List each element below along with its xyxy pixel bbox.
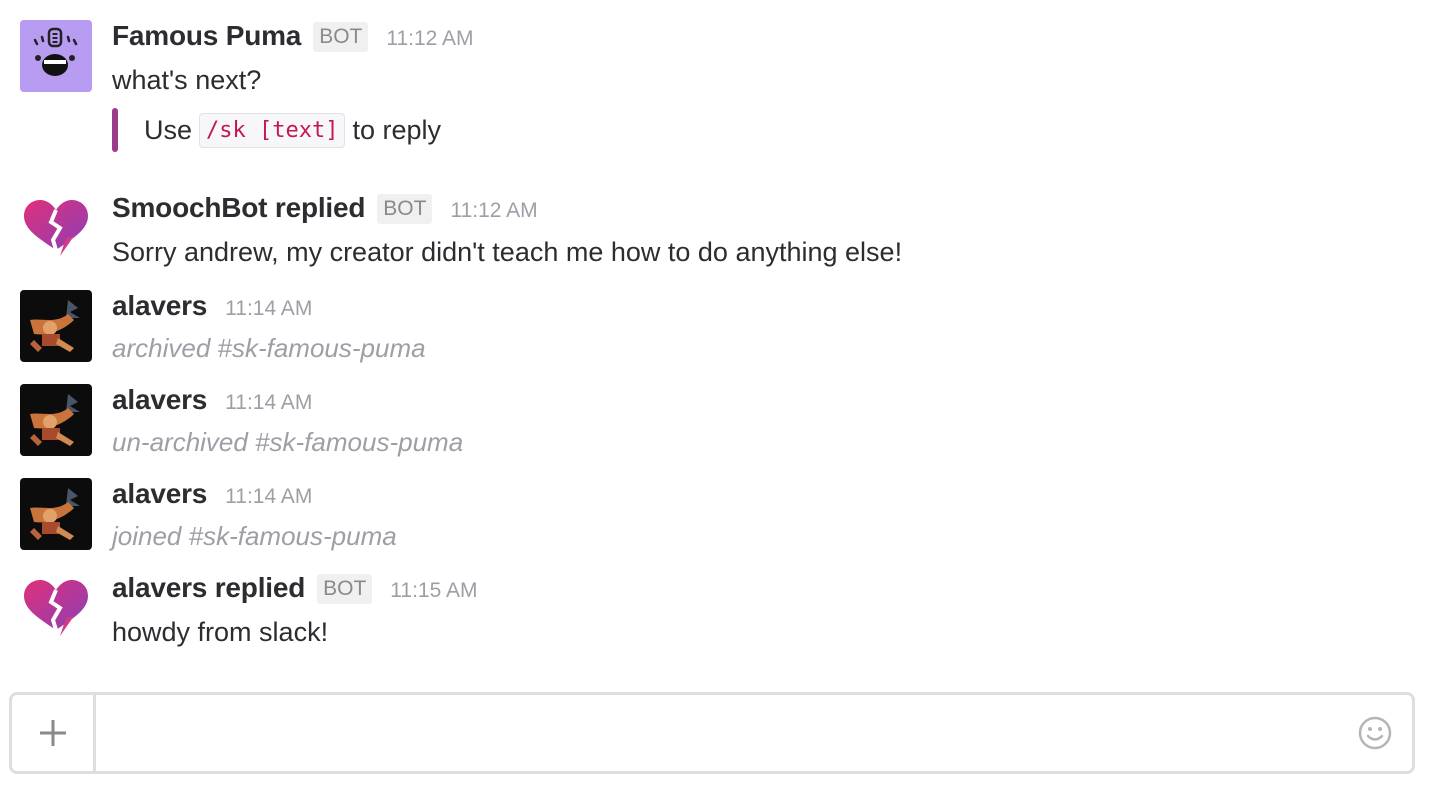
smooch-heart-avatar[interactable] [20,572,92,644]
bot-badge: BOT [317,574,373,604]
message-composer [9,692,1415,774]
message-attachment: Use /sk [text] to reply [112,106,1392,154]
puma-bot-avatar[interactable] [20,20,92,92]
message-text: howdy from slack! [112,617,329,647]
attachment-suffix: to reply [352,114,442,145]
attachment-prefix: Use [144,114,193,145]
smiley-icon [1358,716,1392,750]
message-timestamp[interactable]: 11:15 AM [390,579,477,603]
inline-code: /sk [text] [199,112,346,148]
message-timestamp[interactable]: 11:12 AM [450,199,537,223]
attachment-bar [112,108,118,152]
author-name[interactable]: SmoochBot replied [112,192,365,224]
alavers-photo-avatar[interactable] [20,290,92,362]
add-attachment-button[interactable] [12,695,96,771]
system-message-text: un-archived #sk-famous-puma [112,427,464,457]
message-timestamp[interactable]: 11:12 AM [386,27,473,51]
bot-badge: BOT [377,194,433,224]
message-text: what's next? [112,65,262,95]
author-name[interactable]: alavers [112,478,207,510]
message-timestamp[interactable]: 11:14 AM [225,297,312,321]
author-name[interactable]: Famous Puma [112,20,301,52]
message-timestamp[interactable]: 11:14 AM [225,391,312,415]
emoji-button[interactable] [1358,716,1392,750]
author-name[interactable]: alavers [112,290,207,322]
message-feed: Famous Puma BOT 11:12 AM what's next? Us… [0,0,1434,690]
alavers-photo-avatar[interactable] [20,384,92,456]
message-text: Sorry andrew, my creator didn't teach me… [112,237,903,267]
alavers-photo-avatar[interactable] [20,478,92,550]
system-message-text: joined #sk-famous-puma [112,521,397,551]
author-name[interactable]: alavers replied [112,572,305,604]
message-input[interactable] [102,701,1342,765]
bot-badge: BOT [313,22,369,52]
system-message-text: archived #sk-famous-puma [112,333,426,363]
plus-icon [39,720,66,746]
message-timestamp[interactable]: 11:14 AM [225,485,312,509]
author-name[interactable]: alavers [112,384,207,416]
smooch-heart-avatar[interactable] [20,192,92,264]
